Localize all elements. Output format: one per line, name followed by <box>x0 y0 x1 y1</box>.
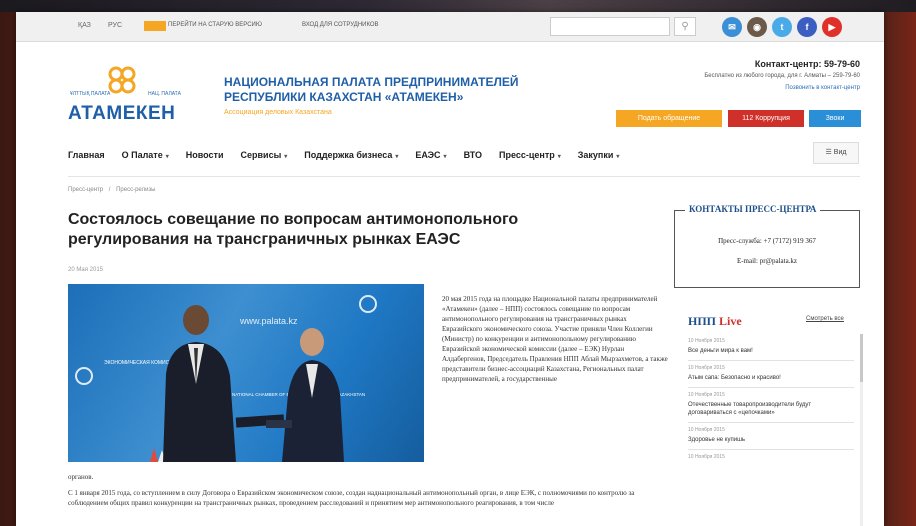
nav-item-wto[interactable]: ВТО <box>464 150 482 164</box>
live-feed-list: 10 Ноября 2015 Все деньги мира к вам! 10… <box>688 334 854 468</box>
social-instagram-icon[interactable]: ◉ <box>747 17 767 37</box>
live-feed-scrollbar[interactable] <box>860 334 863 526</box>
contact-center-note: Бесплатно из любого города, для г. Алмат… <box>704 73 860 79</box>
breadcrumb-press-releases[interactable]: Пресс-релизы <box>116 187 155 193</box>
article-lead-text: 20 мая 2015 года на площадке Национально… <box>442 295 668 383</box>
page-container: ҚАЗ РУС ПЕРЕЙТИ НА СТАРУЮ ВЕРСИЮ ВХОД ДЛ… <box>16 12 884 526</box>
social-facebook-icon[interactable]: f <box>797 17 817 37</box>
lang-ru-link[interactable]: РУС <box>108 22 122 29</box>
nav-item-home[interactable]: Главная <box>68 150 105 164</box>
main-nav: Главная О Палате ▾ Новости Сервисы ▾ Подде… <box>68 150 868 164</box>
live-see-all-link[interactable]: Смотреть все <box>806 316 844 322</box>
photo-banner-url: www.palata.kz <box>239 316 298 326</box>
contact-center-call-link[interactable]: Позвонить в контакт-центр <box>716 85 860 91</box>
press-email[interactable]: E-mail: pr@palata.kz <box>675 257 859 265</box>
header-divider <box>68 176 860 177</box>
view-mode-button[interactable]: ☰ Вид <box>813 142 859 164</box>
calls-button[interactable]: Звоки <box>809 110 861 127</box>
live-feed-title: НПП Live <box>688 314 742 328</box>
logo-caption-right: НАЦ. ПАЛАТА <box>148 91 181 97</box>
press-contacts-box: КОНТАКТЫ ПРЕСС-ЦЕНТРА Пресс-служба: +7 (… <box>674 204 860 288</box>
article-body: органов. С 1 января 2015 года, со вступл… <box>68 472 668 514</box>
organization-subtitle: Ассоциация деловых Казахстана <box>224 109 332 116</box>
nav-item-about[interactable]: О Палате ▾ <box>122 150 169 164</box>
chevron-down-icon: ▾ <box>284 154 288 160</box>
social-twitter-icon[interactable]: t <box>772 17 792 37</box>
corruption-hotline-button[interactable]: 112 Коррупция <box>728 110 804 127</box>
top-bar: ҚАЗ РУС ПЕРЕЙТИ НА СТАРУЮ ВЕРСИЮ ВХОД ДЛ… <box>16 12 884 42</box>
nav-item-news[interactable]: Новости <box>186 150 224 164</box>
social-youtube-icon[interactable]: ▶ <box>822 17 842 37</box>
live-feed-item[interactable]: 10 Ноября 2015 Все деньги мира к вам! <box>688 334 854 361</box>
press-phone: Пресс-служба: +7 (7172) 919 367 <box>718 237 816 245</box>
lang-kz-link[interactable]: ҚАЗ <box>78 22 91 29</box>
nav-item-eaeu[interactable]: ЕАЭС ▾ <box>415 150 446 164</box>
live-feed-item[interactable]: 10 Ноября 2015 Отечественные товаропроиз… <box>688 388 854 423</box>
nav-item-press-center[interactable]: Пресс-центр ▾ <box>499 150 561 164</box>
contact-center-phone: Контакт-центр: 59-79-60 <box>754 59 860 69</box>
live-feed-item[interactable]: 10 Ноября 2015 Атым сапа: Безопасно и кр… <box>688 361 854 388</box>
nav-item-business-support[interactable]: Поддержка бизнеса ▾ <box>304 150 398 164</box>
live-feed-item[interactable]: 10 Ноября 2015 Здоровье не купишь <box>688 423 854 450</box>
search-button[interactable]: ⚲ <box>674 17 696 36</box>
breadcrumb-press-center[interactable]: Пресс-центр <box>68 187 103 193</box>
chevron-down-icon: ▾ <box>395 154 399 160</box>
search-input[interactable] <box>550 17 670 36</box>
chevron-down-icon: ▾ <box>165 154 169 160</box>
press-contacts-title: КОНТАКТЫ ПРЕСС-ЦЕНТРА <box>685 204 821 214</box>
breadcrumb: Пресс-центр / Пресс-релизы <box>68 187 159 193</box>
chevron-down-icon: ▾ <box>443 154 447 160</box>
article-date: 20 Мая 2015 <box>68 267 104 273</box>
logo-wordmark[interactable]: АТАМЕКЕН <box>68 103 175 125</box>
view-icon: ☰ <box>825 149 832 156</box>
nav-item-services[interactable]: Сервисы ▾ <box>241 150 288 164</box>
old-version-link[interactable]: ПЕРЕЙТИ НА СТАРУЮ ВЕРСИЮ <box>168 22 262 28</box>
live-feed-item[interactable]: 10 Ноября 2015 <box>688 450 854 468</box>
background-photo-strip <box>0 0 916 12</box>
article-paragraph: органов. <box>68 473 94 481</box>
chevron-down-icon: ▾ <box>616 154 620 160</box>
old-version-badge <box>144 21 166 31</box>
article-paragraph: С 1 января 2015 года, со вступлением в с… <box>68 489 635 507</box>
breadcrumb-separator: / <box>108 187 111 193</box>
organization-title: НАЦИОНАЛЬНАЯ ПАЛАТА ПРЕДПРИНИМАТЕЛЕЙ РЕС… <box>224 75 519 104</box>
nav-item-procurement[interactable]: Закупки ▾ <box>578 150 620 164</box>
article-title: Состоялось совещание по вопросам антимон… <box>68 211 519 248</box>
chevron-down-icon: ▾ <box>557 154 561 160</box>
social-vk-icon[interactable]: ✉ <box>722 17 742 37</box>
logo-caption-left: ҰЛТТЫҚ ПАЛАТА <box>70 91 111 97</box>
submit-appeal-button[interactable]: Подать обращение <box>616 110 722 127</box>
search-icon: ⚲ <box>681 21 689 32</box>
article-photo-illustration: ЭКОНОМИЧЕСКАЯ КОМИССИЯ NATIONAL CHAMBER … <box>75 295 377 462</box>
article-photo: ЭКОНОМИЧЕСКАЯ КОМИССИЯ NATIONAL CHAMBER … <box>68 284 424 462</box>
staff-login-link[interactable]: ВХОД ДЛЯ СОТРУДНИКОВ <box>302 22 379 28</box>
